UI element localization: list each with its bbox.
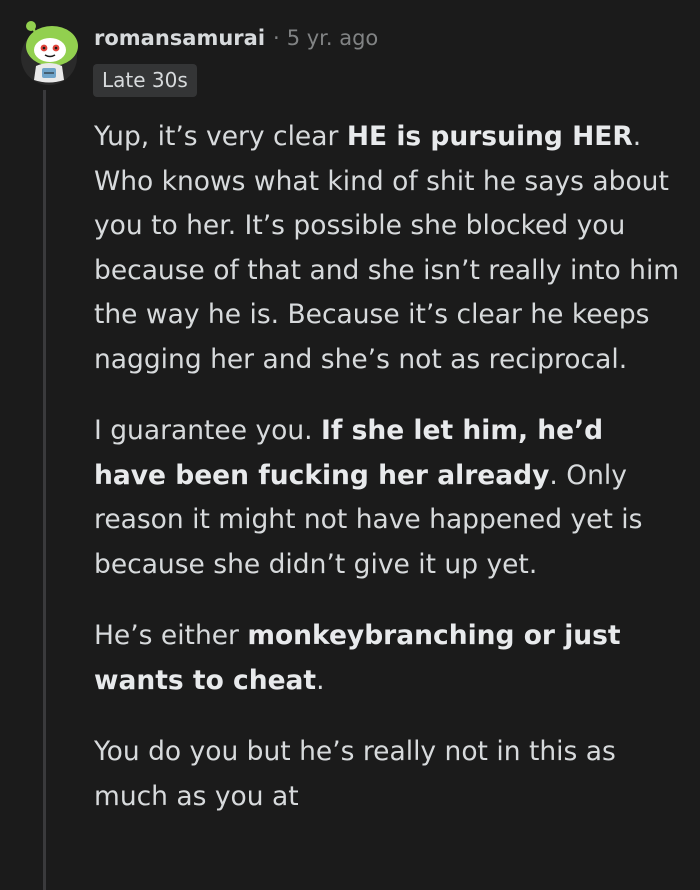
meta-separator: · bbox=[273, 26, 280, 50]
text-segment: I guarantee you. bbox=[94, 415, 321, 446]
snoo-avatar-icon[interactable] bbox=[18, 16, 80, 86]
comment: romansamurai · 5 yr. ago Late 30s Yup, i… bbox=[0, 0, 700, 890]
text-segment: . bbox=[316, 664, 325, 696]
thread-collapse-line[interactable] bbox=[43, 90, 46, 890]
text-segment: You do you but he’s really not in this a… bbox=[94, 736, 616, 812]
comment-paragraph: He’s either monkeybranching or just want… bbox=[94, 614, 684, 703]
comment-header: romansamurai · 5 yr. ago bbox=[94, 23, 378, 53]
comment-paragraph: Yup, it’s very clear HE is pursuing HER.… bbox=[94, 115, 684, 382]
comment-timestamp[interactable]: 5 yr. ago bbox=[287, 26, 379, 50]
comment-body: Yup, it’s very clear HE is pursuing HER.… bbox=[94, 115, 684, 846]
text-segment: He’s either bbox=[94, 620, 248, 651]
username-link[interactable]: romansamurai bbox=[94, 26, 265, 50]
bold-text-segment: HE is pursuing HER bbox=[346, 121, 633, 152]
comment-paragraph: I guarantee you. If she let him, he’d ha… bbox=[94, 409, 684, 587]
user-flair-badge: Late 30s bbox=[93, 64, 197, 97]
comment-paragraph: You do you but he’s really not in this a… bbox=[94, 730, 684, 819]
text-segment: . Who knows what kind of shit he says ab… bbox=[94, 121, 680, 375]
text-segment: Yup, it’s very clear bbox=[94, 121, 347, 152]
